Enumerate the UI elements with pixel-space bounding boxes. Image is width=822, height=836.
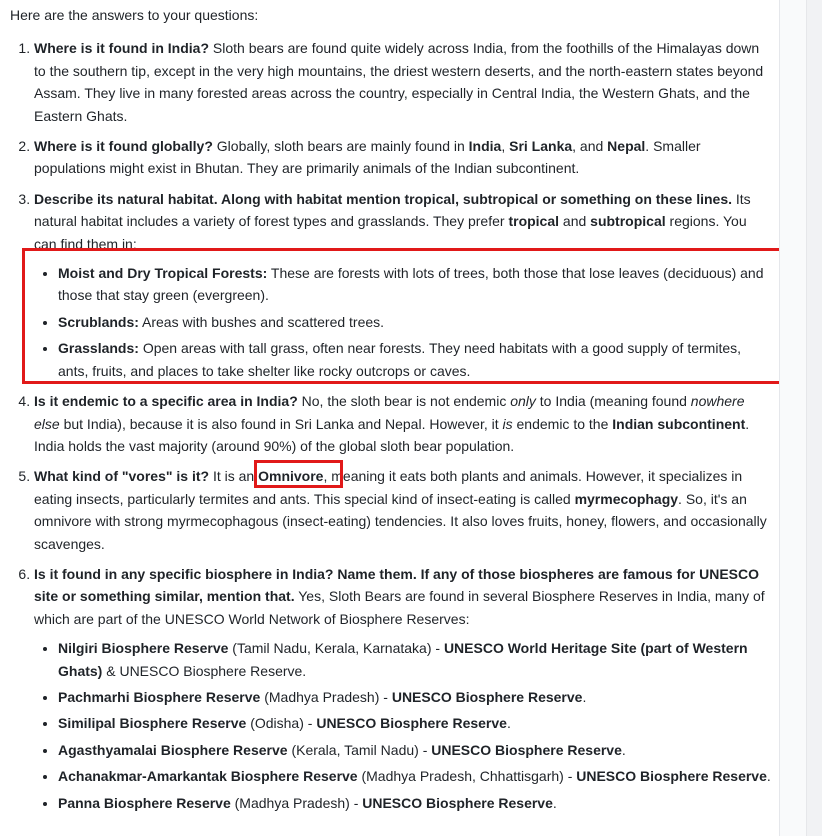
biosphere-tail: & UNESCO Biosphere Reserve.: [102, 662, 307, 679]
biosphere-name: Panna Biosphere Reserve: [58, 794, 231, 811]
biosphere-name: Achanakmar-Amarkantak Biosphere Reserve: [58, 768, 358, 785]
biosphere-item: Similipal Biosphere Reserve (Odisha) - U…: [58, 712, 772, 734]
country-india: India: [468, 138, 502, 155]
habitat-list: Moist and Dry Tropical Forests: These ar…: [34, 262, 772, 382]
country-nepal: Nepal: [607, 138, 646, 155]
connector: and: [559, 213, 591, 230]
biosphere-region: (Madhya Pradesh) -: [230, 794, 363, 811]
habitat-desc: Open areas with tall grass, often near f…: [58, 340, 742, 379]
question-2: Where is it found globally?: [34, 138, 213, 155]
answer-item-3: Describe its natural habitat. Along with…: [34, 188, 772, 382]
biosphere-region: (Madhya Pradesh) -: [260, 688, 392, 705]
term-omnivore: Omnivore: [258, 468, 324, 485]
biosphere-status: UNESCO Biosphere Reserve: [431, 741, 622, 758]
answer-item-5: What kind of "vores" is it? It is an Omn…: [34, 465, 772, 555]
question-5: What kind of "vores" is it?: [34, 468, 210, 485]
answer-item-4: Is it endemic to a specific area in Indi…: [34, 390, 772, 457]
country-sri-lanka: Sri Lanka: [509, 138, 573, 155]
answer-5-text: It is an: [209, 468, 259, 485]
habitat-desc: Areas with bushes and scattered trees.: [138, 313, 385, 330]
term-myrmecophagy: myrmecophagy: [574, 490, 679, 507]
intro-text: Here are the answers to your questions:: [10, 7, 259, 23]
chat-response-panel: Here are the answers to your questions: …: [0, 0, 780, 836]
biosphere-status: UNESCO Biosphere Reserve: [576, 768, 767, 785]
biosphere-item: Achanakmar-Amarkantak Biosphere Reserve …: [58, 765, 772, 787]
habitat-term: Grasslands:: [58, 340, 139, 357]
separator: , and: [572, 138, 608, 155]
biosphere-tail: .: [582, 688, 587, 705]
answer-4-text: but India), because it is also found in …: [59, 415, 503, 432]
biosphere-item: Nilgiri Biosphere Reserve (Tamil Nadu, K…: [58, 637, 772, 682]
scrollbar-thumb[interactable]: [806, 0, 822, 836]
term-tropical: tropical: [508, 213, 560, 230]
biosphere-name: Nilgiri Biosphere Reserve: [58, 640, 229, 657]
biosphere-status: UNESCO Biosphere Reserve: [316, 715, 507, 732]
habitat-term: Moist and Dry Tropical Forests:: [58, 265, 268, 282]
answer-item-2: Where is it found globally? Globally, sl…: [34, 135, 772, 180]
answer-item-1: Where is it found in India? Sloth bears …: [34, 37, 772, 127]
emphasis-only: only: [510, 393, 536, 410]
biosphere-tail: .: [552, 794, 557, 811]
biosphere-name: Similipal Biosphere Reserve: [58, 715, 247, 732]
biosphere-name: Pachmarhi Biosphere Reserve: [58, 688, 261, 705]
habitat-item: Grasslands: Open areas with tall grass, …: [58, 337, 772, 382]
biosphere-name: Agasthyamalai Biosphere Reserve: [58, 741, 288, 758]
biosphere-region: (Kerala, Tamil Nadu) -: [287, 741, 432, 758]
biosphere-status: UNESCO Biosphere Reserve: [362, 794, 553, 811]
term-indian-subcontinent: Indian subcontinent: [612, 415, 746, 432]
habitat-item: Scrublands: Areas with bushes and scatte…: [58, 311, 772, 333]
biosphere-region: (Tamil Nadu, Kerala, Karnataka) -: [228, 640, 444, 657]
answer-4-text: endemic to the: [512, 415, 613, 432]
biosphere-list: Nilgiri Biosphere Reserve (Tamil Nadu, K…: [34, 637, 772, 814]
answer-4-text: No, the sloth bear is not endemic: [297, 393, 511, 410]
question-1: Where is it found in India?: [34, 40, 209, 57]
habitat-item: Moist and Dry Tropical Forests: These ar…: [58, 262, 772, 307]
biosphere-tail: .: [766, 768, 771, 785]
biosphere-tail: .: [621, 741, 626, 758]
biosphere-region: (Madhya Pradesh, Chhattisgarh) -: [357, 768, 577, 785]
habitat-term: Scrublands:: [58, 313, 139, 330]
answer-4-text: to India (meaning found: [535, 393, 691, 410]
emphasis-is: is: [502, 415, 513, 432]
biosphere-item: Pachmarhi Biosphere Reserve (Madhya Prad…: [58, 686, 772, 708]
question-3: Describe its natural habitat. Along with…: [34, 190, 733, 207]
biosphere-status: UNESCO Biosphere Reserve: [391, 688, 583, 705]
answers-list: Where is it found in India? Sloth bears …: [10, 37, 772, 814]
answer-2-text: Globally, sloth bears are mainly found i…: [212, 138, 469, 155]
response-content: Here are the answers to your questions: …: [10, 4, 772, 822]
separator: ,: [501, 138, 510, 155]
question-4: Is it endemic to a specific area in Indi…: [34, 393, 298, 410]
answer-item-6: Is it found in any specific biosphere in…: [34, 563, 772, 814]
term-subtropical: subtropical: [590, 213, 666, 230]
biosphere-region: (Odisha) -: [246, 715, 317, 732]
biosphere-item: Agasthyamalai Biosphere Reserve (Kerala,…: [58, 739, 772, 761]
biosphere-tail: .: [506, 715, 511, 732]
biosphere-item: Panna Biosphere Reserve (Madhya Pradesh)…: [58, 792, 772, 814]
